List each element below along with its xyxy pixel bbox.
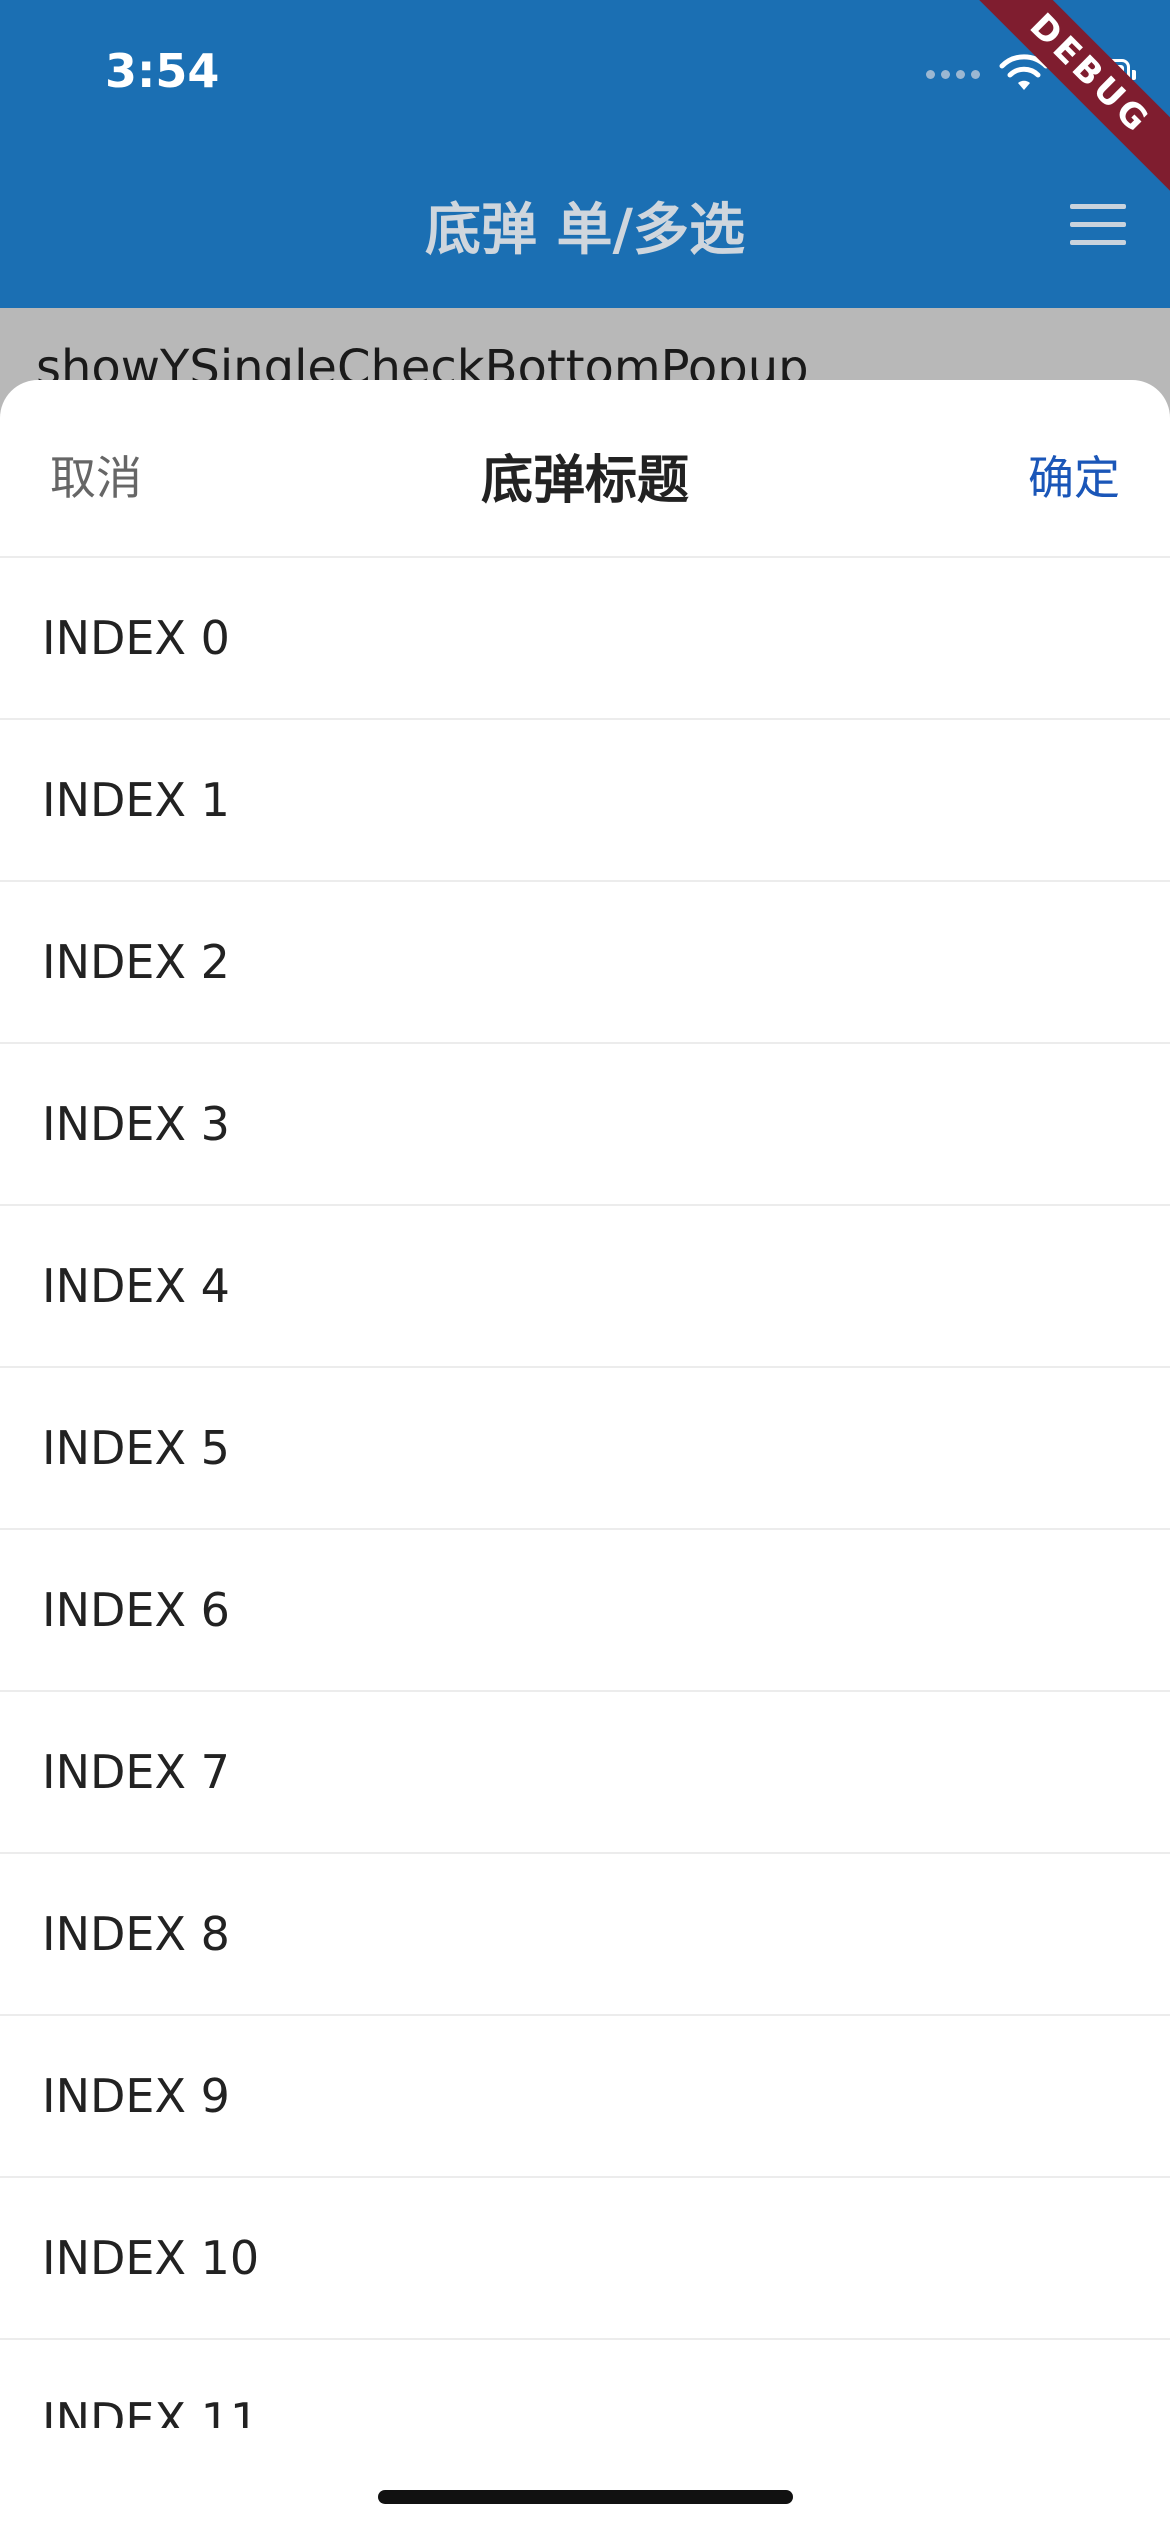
list-item[interactable]: INDEX 2 — [0, 882, 1170, 1044]
list-item[interactable]: INDEX 11 — [0, 2340, 1170, 2428]
list-item[interactable]: INDEX 9 — [0, 2016, 1170, 2178]
sheet-title: 底弹标题 — [480, 451, 689, 511]
list-item[interactable]: INDEX 6 — [0, 1530, 1170, 1692]
home-indicator[interactable] — [378, 2490, 793, 2504]
confirm-button[interactable]: 确定 — [1028, 442, 1120, 508]
safe-area-bottom — [0, 2428, 1170, 2532]
hamburger-menu-icon[interactable] — [1070, 204, 1126, 248]
list-item[interactable]: INDEX 7 — [0, 1692, 1170, 1854]
screen: 3:54 底弹 单/多选 DEBUG showYSingleCheckBotto… — [0, 0, 1170, 2532]
bottom-sheet: 取消 底弹标题 确定 INDEX 0 INDEX 1 INDEX 2 INDEX… — [0, 380, 1170, 2532]
signal-icon — [926, 69, 980, 79]
list-item[interactable]: INDEX 4 — [0, 1206, 1170, 1368]
list-item[interactable]: INDEX 5 — [0, 1368, 1170, 1530]
list-item[interactable]: INDEX 3 — [0, 1044, 1170, 1206]
debug-banner: DEBUG — [965, 0, 1170, 199]
option-list[interactable]: INDEX 0 INDEX 1 INDEX 2 INDEX 3 INDEX 4 … — [0, 558, 1170, 2428]
list-item[interactable]: INDEX 10 — [0, 2178, 1170, 2340]
list-item[interactable]: INDEX 8 — [0, 1854, 1170, 2016]
app-bar: 3:54 底弹 单/多选 DEBUG — [0, 0, 1170, 308]
list-item[interactable]: INDEX 1 — [0, 720, 1170, 882]
sheet-header: 取消 底弹标题 确定 — [0, 380, 1170, 558]
page-title: 底弹 单/多选 — [425, 198, 745, 263]
status-time: 3:54 — [105, 44, 220, 98]
list-item[interactable]: INDEX 0 — [0, 558, 1170, 720]
